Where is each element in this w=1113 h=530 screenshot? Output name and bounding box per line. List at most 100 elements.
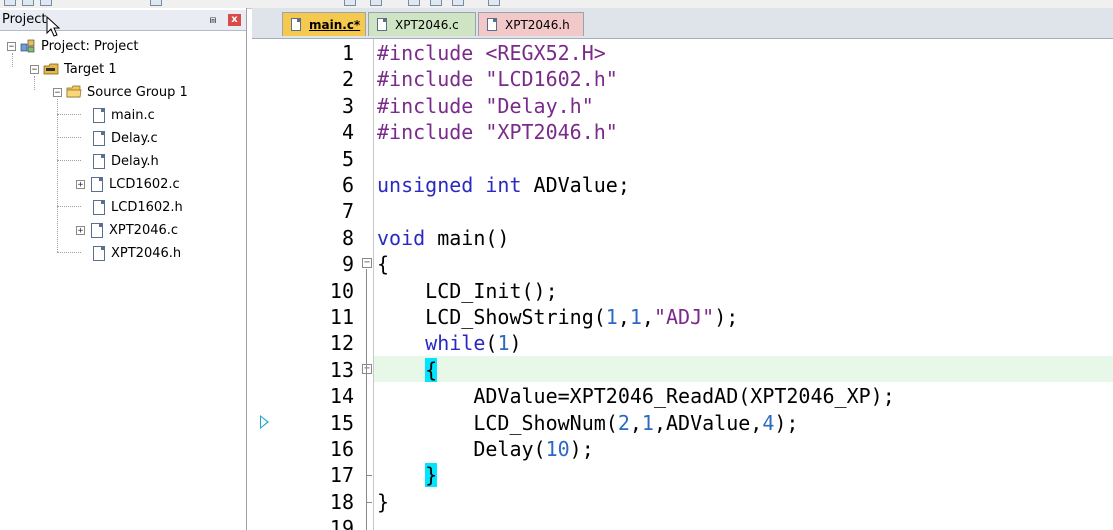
code-editor: main.c* XPT2046.c XPT2046.h 1 #include <R… — [252, 8, 1113, 530]
toolbar-button[interactable] — [408, 0, 420, 6]
line-number: 15 — [329, 410, 354, 435]
code-text: { — [377, 252, 390, 277]
tree-item-file[interactable]: + LCD1602.c — [76, 174, 180, 194]
pin-icon[interactable]: ⩎ — [207, 13, 219, 27]
line-number: 1 — [341, 41, 354, 65]
tree-line — [57, 137, 81, 138]
line-number: 10 — [329, 278, 354, 303]
code-line[interactable]: 11 LCD_ShowString(1,1,"ADJ"); — [252, 304, 1113, 330]
code-text: ADValue=XPT2046_ReadAD(XPT2046_XP); — [377, 384, 895, 409]
line-number: 4 — [341, 120, 354, 145]
code-line[interactable]: 18} — [252, 489, 1113, 515]
toolbar-button[interactable] — [344, 0, 356, 6]
project-icon — [20, 39, 35, 53]
code-line[interactable]: 14 ADValue=XPT2046_ReadAD(XPT2046_XP); — [252, 383, 1113, 409]
tree-item-label: LCD1602.c — [109, 176, 180, 192]
project-panel-header: Project ⩎ x — [0, 10, 246, 31]
toolbar-button[interactable] — [452, 0, 464, 6]
tree-item-label: Delay.c — [111, 130, 158, 146]
code-text: { — [377, 357, 438, 383]
line-number: 18 — [329, 489, 354, 514]
editor-tab-bar: main.c* XPT2046.c XPT2046.h — [252, 8, 1113, 39]
line-number: 7 — [341, 199, 354, 224]
target-icon — [43, 63, 59, 75]
project-panel: Project ⩎ x − Project: Project − Target … — [0, 8, 247, 530]
toolbar-button[interactable] — [40, 0, 52, 6]
toolbar-button[interactable] — [430, 0, 442, 6]
code-text: #include "LCD1602.h" — [377, 67, 618, 92]
file-icon — [291, 18, 301, 31]
line-number: 8 — [341, 225, 354, 250]
matched-brace: { — [425, 357, 438, 382]
code-line[interactable]: 13 {− — [252, 357, 1113, 383]
file-icon — [487, 18, 497, 31]
tree-item-file[interactable]: LCD1602.h — [91, 197, 183, 217]
line-number: 3 — [341, 93, 354, 118]
toolbar-button[interactable] — [4, 0, 16, 6]
fold-toggle-icon[interactable]: − — [362, 363, 372, 374]
fold-guide — [366, 269, 367, 503]
code-line[interactable]: 3 #include "Delay.h" — [252, 93, 1113, 119]
tab-xpt2046-h[interactable]: XPT2046.h — [478, 12, 584, 36]
code-line[interactable]: 2 #include "LCD1602.h" — [252, 66, 1113, 92]
line-number: 12 — [329, 331, 354, 356]
toolbar-button[interactable] — [150, 0, 162, 6]
code-line[interactable]: 5 — [252, 146, 1113, 172]
tree-item-file[interactable]: + XPT2046.c — [76, 220, 178, 240]
code-line[interactable]: 9 {− — [252, 251, 1113, 277]
file-icon — [377, 18, 387, 31]
code-text: void main() — [377, 225, 510, 250]
code-line[interactable]: 6 unsigned int ADValue; — [252, 172, 1113, 198]
fold-guide — [366, 475, 372, 477]
expand-icon[interactable]: + — [76, 225, 85, 235]
code-area[interactable]: 1 #include <REGX52.H> 2 #include "LCD1602.h… — [252, 39, 1113, 530]
code-line[interactable]: 7 — [252, 198, 1113, 224]
fold-toggle-icon[interactable]: − — [362, 258, 372, 269]
code-line[interactable]: 17 } — [252, 462, 1113, 488]
toolbar-button[interactable] — [488, 0, 500, 6]
code-line[interactable]: 19 — [252, 515, 1113, 530]
toolbar-button[interactable] — [22, 0, 34, 6]
collapse-icon[interactable]: − — [53, 87, 62, 97]
matched-brace: } — [425, 463, 438, 488]
fold-guide — [366, 501, 367, 530]
tree-item-project[interactable]: − Project: Project — [7, 36, 138, 56]
tree-line — [57, 114, 81, 115]
code-line[interactable]: 12 while(1) — [252, 330, 1113, 356]
code-text: #include "XPT2046.h" — [377, 120, 618, 145]
close-icon[interactable]: x — [228, 14, 241, 26]
tree-item-target[interactable]: − Target 1 — [30, 59, 117, 79]
line-number: 16 — [329, 437, 354, 461]
collapse-icon[interactable]: − — [30, 64, 39, 74]
tab-label: main.c* — [309, 17, 361, 32]
tab-main-c[interactable]: main.c* — [282, 12, 366, 36]
code-text: LCD_ShowString(1,1,"ADJ"); — [377, 305, 739, 329]
toolbar-button[interactable] — [370, 0, 382, 6]
folder-icon — [66, 85, 82, 98]
code-text: while(1) — [425, 331, 522, 356]
code-line[interactable]: 1 #include <REGX52.H> — [252, 40, 1113, 66]
tree-item-file[interactable]: main.c — [91, 105, 155, 125]
file-icon — [93, 245, 105, 261]
line-number: 9 — [341, 252, 354, 277]
tree-item-file[interactable]: Delay.h — [91, 151, 159, 171]
expand-icon[interactable]: + — [76, 179, 85, 189]
collapse-icon[interactable]: − — [7, 41, 16, 51]
tree-item-file[interactable]: XPT2046.h — [91, 243, 181, 263]
code-line[interactable]: 4 #include "XPT2046.h" — [252, 119, 1113, 145]
code-text: } — [377, 462, 438, 488]
file-icon — [91, 176, 103, 192]
code-line[interactable]: 15 LCD_ShowNum(2,1,ADValue,4); — [252, 410, 1113, 436]
tree-item-file[interactable]: Delay.c — [91, 128, 158, 148]
line-number: 19 — [329, 516, 354, 530]
code-line[interactable]: 8 void main() — [252, 225, 1113, 251]
tree-line — [57, 206, 81, 207]
tree-line — [57, 252, 81, 253]
line-number: 11 — [329, 305, 354, 329]
file-icon — [93, 153, 105, 169]
code-line[interactable]: 16 Delay(10); — [252, 436, 1113, 462]
code-line[interactable]: 10 LCD_Init(); — [252, 278, 1113, 304]
tab-xpt2046-c[interactable]: XPT2046.c — [368, 12, 476, 36]
line-number: 14 — [329, 384, 354, 409]
tree-item-source-group[interactable]: − Source Group 1 — [53, 82, 188, 102]
